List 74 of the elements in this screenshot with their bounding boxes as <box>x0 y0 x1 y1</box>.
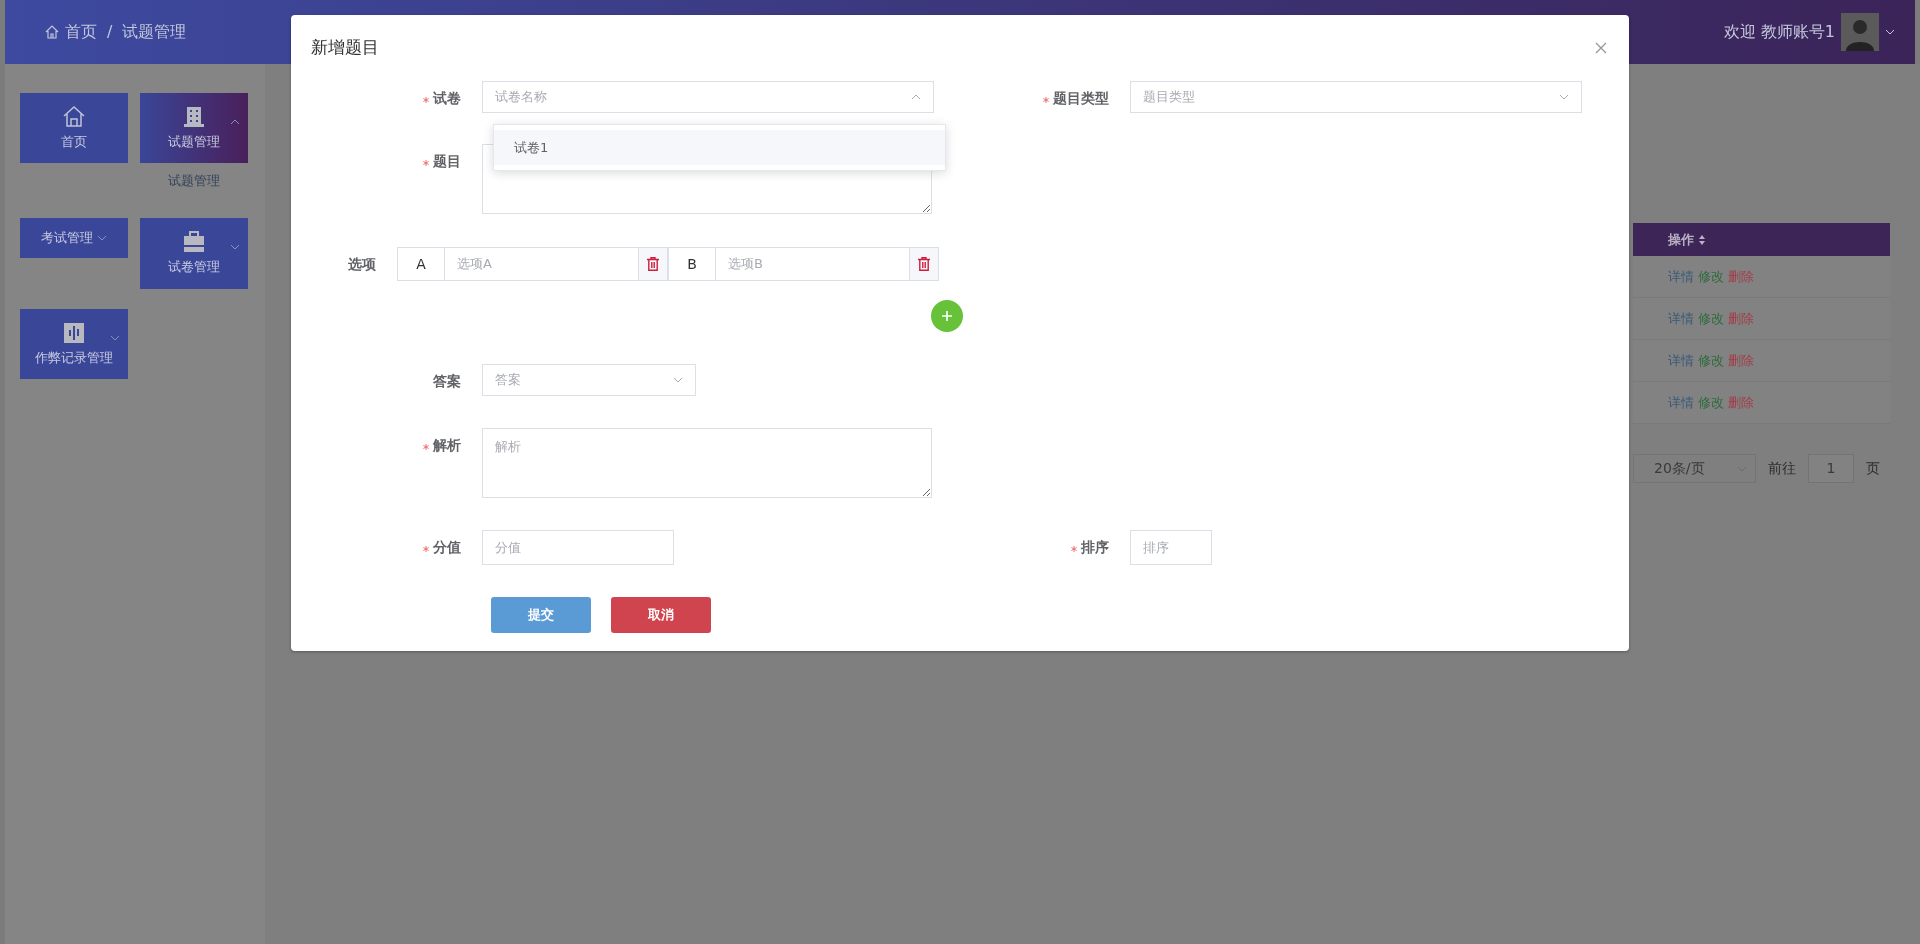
required-asterisk-icon <box>1043 97 1049 103</box>
required-asterisk-icon <box>423 546 429 552</box>
input-field[interactable]: 分值 <box>482 530 674 565</box>
action-link[interactable]: 删除 <box>1728 350 1754 371</box>
input-field[interactable]: 排序 <box>1130 530 1212 565</box>
breadcrumb-separator: / <box>107 21 113 43</box>
action-link[interactable]: 详情 <box>1668 350 1694 371</box>
add-button[interactable] <box>931 300 963 332</box>
home-icon <box>62 104 86 129</box>
page-input[interactable]: 1 <box>1808 454 1854 483</box>
plus-icon <box>941 310 953 322</box>
home-icon <box>45 25 59 39</box>
action-link[interactable]: 详情 <box>1668 392 1694 413</box>
action-link[interactable]: 详情 <box>1668 266 1694 287</box>
field-label: 试卷 <box>291 81 461 113</box>
trash-icon <box>647 257 659 271</box>
goto-label: 前往 <box>1768 459 1796 478</box>
caret-icon <box>1559 94 1569 100</box>
caret-icon <box>911 94 921 100</box>
option-input[interactable]: 选项A <box>445 247 638 281</box>
select-field[interactable]: 题目类型 <box>1130 81 1582 113</box>
sort-icon <box>1698 233 1706 246</box>
action-link[interactable]: 删除 <box>1728 266 1754 287</box>
option-input[interactable]: 选项B <box>716 247 909 281</box>
option-letter: B <box>668 247 716 281</box>
welcome-text: 欢迎 教师账号1 <box>1723 21 1835 43</box>
menu-tile[interactable]: 作弊记录管理 <box>20 309 128 379</box>
caret-icon <box>673 377 683 383</box>
required-asterisk-icon <box>423 160 429 166</box>
menu-tile[interactable]: 首页 <box>20 93 128 163</box>
close-button[interactable] <box>1593 40 1609 56</box>
field-label: 解析 <box>291 428 461 498</box>
menu-tile[interactable]: 试题管理 <box>140 93 248 163</box>
field-label: 选项 <box>347 255 376 274</box>
action-link[interactable]: 删除 <box>1728 308 1754 329</box>
text-area[interactable]: 解析 <box>482 428 932 498</box>
required-asterisk-icon <box>423 97 429 103</box>
select-field[interactable]: 试卷名称 <box>482 81 934 113</box>
column-header: 操作 <box>1668 230 1694 249</box>
delete-button[interactable] <box>638 247 668 281</box>
required-asterisk-icon <box>423 444 429 450</box>
submit-button[interactable]: 提交 <box>491 597 591 633</box>
field-label: 题目 <box>291 144 461 214</box>
field-label: 排序 <box>939 530 1109 565</box>
page-suffix: 页 <box>1866 459 1880 478</box>
caret-icon <box>1885 29 1895 35</box>
submenu-item[interactable]: 试题管理 <box>140 163 248 198</box>
breadcrumb-link[interactable]: 首页 <box>65 20 97 44</box>
breadcrumb-link[interactable]: 试题管理 <box>122 20 187 44</box>
action-link[interactable]: 修改 <box>1698 350 1724 371</box>
field-label: 题目类型 <box>939 81 1109 113</box>
option-letter: A <box>397 247 445 281</box>
select-field[interactable]: 答案 <box>482 364 696 396</box>
building-icon <box>182 104 206 129</box>
trash-icon <box>918 257 930 271</box>
action-link[interactable]: 修改 <box>1698 266 1724 287</box>
briefcase-icon <box>182 230 206 255</box>
field-label: 答案 <box>432 372 461 391</box>
action-link[interactable]: 修改 <box>1698 392 1724 413</box>
dropdown-item[interactable]: 试卷1 <box>494 130 945 165</box>
close-icon <box>1595 42 1607 54</box>
required-asterisk-icon <box>1071 546 1077 552</box>
field-label: 分值 <box>291 530 461 565</box>
action-link[interactable]: 详情 <box>1668 308 1694 329</box>
avatar[interactable] <box>1841 13 1879 51</box>
dialog-title: 新增题目 <box>311 36 379 60</box>
cancel-button[interactable]: 取消 <box>611 597 711 633</box>
menu-tile[interactable]: 试卷管理 <box>140 218 248 289</box>
action-link[interactable]: 删除 <box>1728 392 1754 413</box>
page-size-select[interactable]: 20条/页 <box>1633 454 1756 483</box>
menu-tile[interactable]: 考试管理 <box>20 218 128 258</box>
bar-chart-icon <box>62 320 86 345</box>
delete-button[interactable] <box>909 247 939 281</box>
action-link[interactable]: 修改 <box>1698 308 1724 329</box>
